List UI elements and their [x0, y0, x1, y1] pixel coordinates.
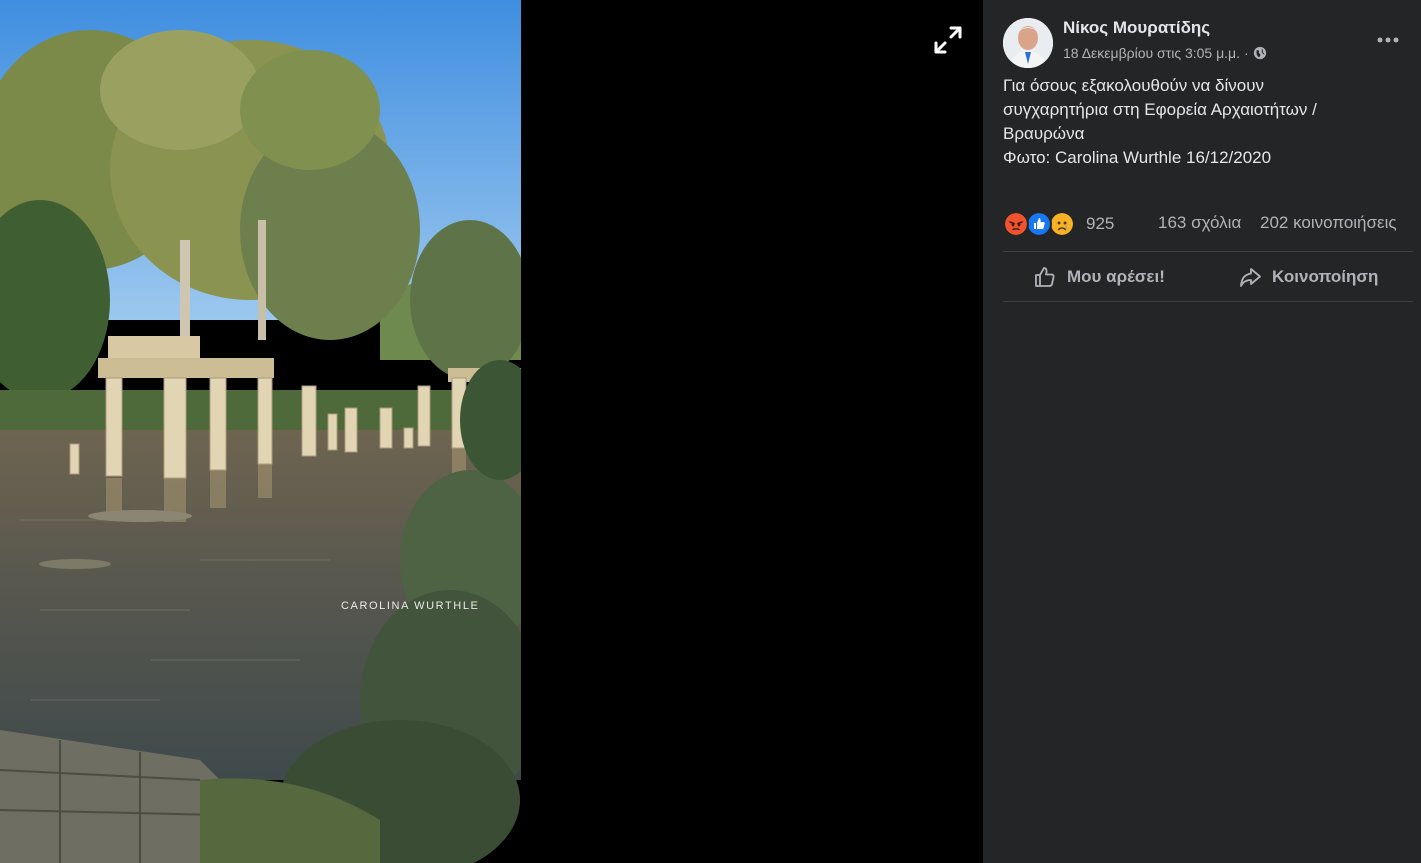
meta-separator: ·: [1244, 45, 1249, 61]
photo-watermark: CAROLINA WURTHLE: [341, 600, 480, 612]
angry-reaction-icon: [1003, 211, 1029, 237]
author-avatar[interactable]: [1003, 18, 1053, 68]
post-text-line: συγχαρητήρια στη Εφορεία Αρχαιοτήτων /: [1003, 100, 1317, 119]
post-text-line: Φωτο: Carolina Wurthle 16/12/2020: [1003, 148, 1272, 167]
sad-reaction-icon: [1049, 211, 1075, 237]
like-button-label: Μου αρέσει!: [1067, 267, 1165, 286]
post-timestamp[interactable]: 18 Δεκεμβρίου στις 3:05 μ.μ.: [1063, 45, 1240, 61]
post-photo[interactable]: CAROLINA WURTHLE: [0, 0, 521, 863]
post-text-line: Βραυρώνα: [1003, 124, 1085, 143]
post-text-line: Για όσους εξακολουθούν να δίνουν: [1003, 76, 1265, 95]
comment-count[interactable]: 163 σχόλια: [1158, 213, 1241, 233]
author-name[interactable]: Νίκος Μουρατίδης: [1063, 18, 1210, 38]
expand-arrows-icon: [934, 26, 962, 54]
thumbs-up-icon: [1035, 267, 1055, 287]
post-text: Για όσους εξακολουθούν να δίνουν συγχαρη…: [1003, 74, 1403, 170]
reactions-summary[interactable]: 925: [1003, 211, 1114, 237]
profile-picture: [1003, 18, 1053, 68]
like-button[interactable]: Μου αρέσει!: [1033, 256, 1165, 298]
fullscreen-button[interactable]: [928, 20, 968, 60]
share-count[interactable]: 202 κοινοποιήσεις: [1260, 213, 1397, 233]
like-reaction-icon: [1026, 211, 1052, 237]
more-dots-icon: [1377, 37, 1399, 43]
reaction-count[interactable]: 925: [1086, 214, 1114, 234]
photo-viewer: CAROLINA WURTHLE: [0, 0, 983, 863]
share-button-label: Κοινοποίηση: [1272, 267, 1379, 286]
post-meta: 18 Δεκεμβρίου στις 3:05 μ.μ. ·: [1063, 45, 1267, 61]
post-side-panel: Νίκος Μουρατίδης 18 Δεκεμβρίου στις 3:05…: [983, 0, 1421, 863]
divider: [1003, 301, 1413, 302]
divider: [1003, 251, 1413, 252]
globe-icon[interactable]: [1253, 46, 1267, 60]
photo-artwork: [0, 0, 521, 863]
share-button[interactable]: Κοινοποίηση: [1238, 256, 1378, 298]
more-options-button[interactable]: [1371, 26, 1405, 54]
share-arrow-icon: [1240, 268, 1261, 287]
